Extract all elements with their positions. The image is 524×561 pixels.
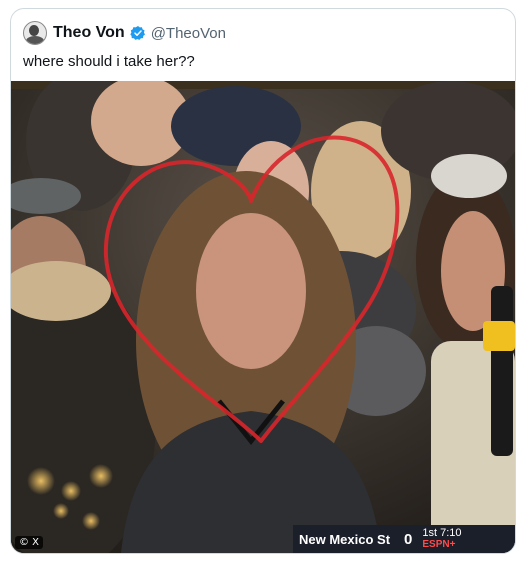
ticker-status-group: 1st 7:10 ESPN+ (422, 527, 461, 551)
ticker-network: ESPN+ (422, 539, 456, 550)
user-avatar-icon[interactable] (23, 21, 47, 45)
display-name[interactable]: Theo Von (53, 24, 125, 42)
tweet-text: where should i take her?? (23, 53, 195, 70)
ticker-team: New Mexico St (299, 531, 391, 547)
tweet-media-photo[interactable]: © X New Mexico St 0 1st 7:10 ESPN+ (11, 81, 515, 553)
verified-badge-icon (130, 26, 145, 40)
user-handle[interactable]: @TheoVon (151, 25, 226, 42)
tweet-card[interactable]: Theo Von @TheoVon where should i take he… (10, 8, 516, 554)
ticker-status: 1st 7:10 (422, 527, 462, 539)
ticker-score: 0 (404, 530, 413, 548)
x-watermark: © X (15, 536, 44, 549)
tweet-header: Theo Von @TheoVon (23, 21, 226, 45)
broadcast-photo (11, 81, 515, 553)
score-ticker: New Mexico St 0 1st 7:10 ESPN+ (293, 525, 515, 553)
